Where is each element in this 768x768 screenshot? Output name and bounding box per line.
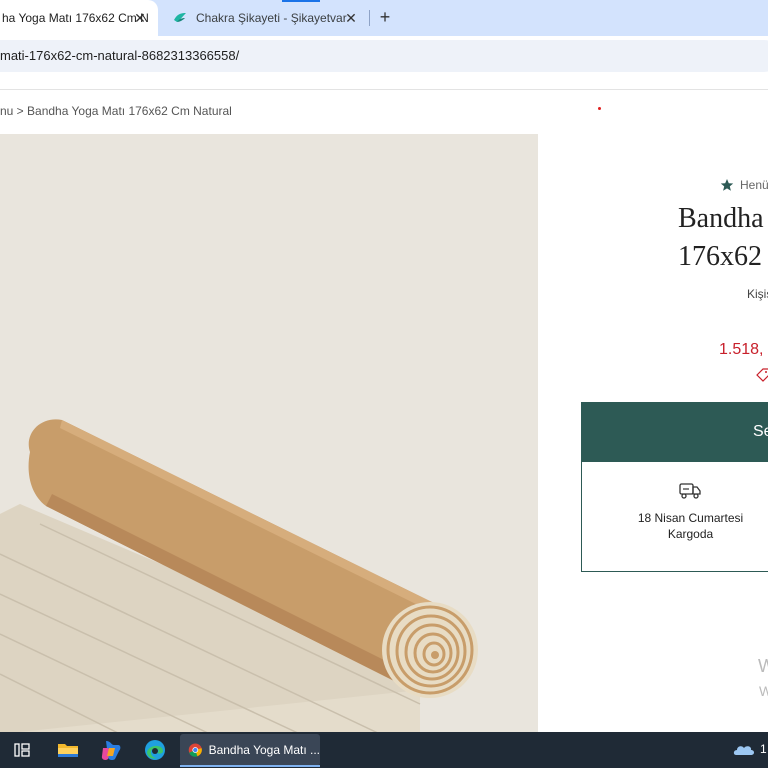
browser-tabstrip: ha Yoga Matı 176x62 Cm N ✕ Chakra Şikaye… xyxy=(0,0,768,36)
sikayetvar-favicon-icon xyxy=(174,13,186,22)
page-content: nu > Bandha Yoga Matı 176x62 Cm Natural xyxy=(0,80,768,734)
header-divider xyxy=(0,89,768,90)
tab-bandha-yoga[interactable]: ha Yoga Matı 176x62 Cm N ✕ xyxy=(0,0,158,36)
product-info-panel: Henü Bandha 176x62 Kişis 1.518, Se 18 Ni… xyxy=(538,134,768,732)
shipping-date: 18 Nisan Cumartesi Kargoda xyxy=(637,511,744,541)
breadcrumb[interactable]: nu > Bandha Yoga Matı 176x62 Cm Natural xyxy=(0,104,232,118)
product-title: Bandha xyxy=(678,203,764,234)
taskbar-chrome-button[interactable]: Bandha Yoga Matı ... xyxy=(180,734,320,766)
discount-tag-icon xyxy=(756,368,768,382)
file-explorer-icon[interactable] xyxy=(54,736,82,764)
tray-text: 1 xyxy=(760,742,767,756)
add-to-cart-button[interactable]: Se xyxy=(581,402,768,462)
address-bar[interactable]: mati-176x62-cm-natural-8682313366558/ xyxy=(0,40,768,72)
task-view-icon[interactable] xyxy=(8,736,36,764)
taskbar-chrome-label: Bandha Yoga Matı ... xyxy=(208,743,320,757)
product-image[interactable] xyxy=(0,134,538,734)
onedrive-cloud-icon[interactable] xyxy=(730,736,758,764)
tab-title: Chakra Şikayeti - Şikayetvar xyxy=(196,11,347,25)
tab-chakra-sikayet[interactable]: Chakra Şikayeti - Şikayetvar ✕ xyxy=(164,0,369,36)
rating[interactable]: Henü xyxy=(720,178,768,192)
rating-text: Henü xyxy=(740,178,768,192)
close-tab-icon[interactable]: ✕ xyxy=(343,10,359,26)
notification-dot xyxy=(598,107,601,110)
browser-toolbar: mati-176x62-cm-natural-8682313366558/ xyxy=(0,36,768,80)
faint-text-1: W xyxy=(758,656,768,676)
chrome-icon xyxy=(188,743,202,757)
tab-title: ha Yoga Matı 176x62 Cm N xyxy=(2,11,149,25)
active-app-indicator xyxy=(180,765,320,767)
shipping-info-box: 18 Nisan Cumartesi Kargoda xyxy=(581,462,768,572)
personalize-link[interactable]: Kişis xyxy=(747,287,768,301)
faint-text-2: W xyxy=(759,683,768,699)
product-title-line2: 176x62 xyxy=(678,241,762,272)
price: 1.518, xyxy=(719,341,764,358)
truck-icon xyxy=(679,483,701,499)
taskbar: Bandha Yoga Matı ... 1 xyxy=(0,732,768,768)
edge-icon[interactable] xyxy=(141,736,169,764)
close-tab-icon[interactable]: ✕ xyxy=(132,10,148,26)
tab-separator xyxy=(369,10,370,26)
star-icon xyxy=(720,179,734,191)
new-tab-button[interactable]: + xyxy=(376,8,394,26)
copilot-icon[interactable] xyxy=(97,736,125,764)
yoga-mat-illustration xyxy=(0,419,478,734)
